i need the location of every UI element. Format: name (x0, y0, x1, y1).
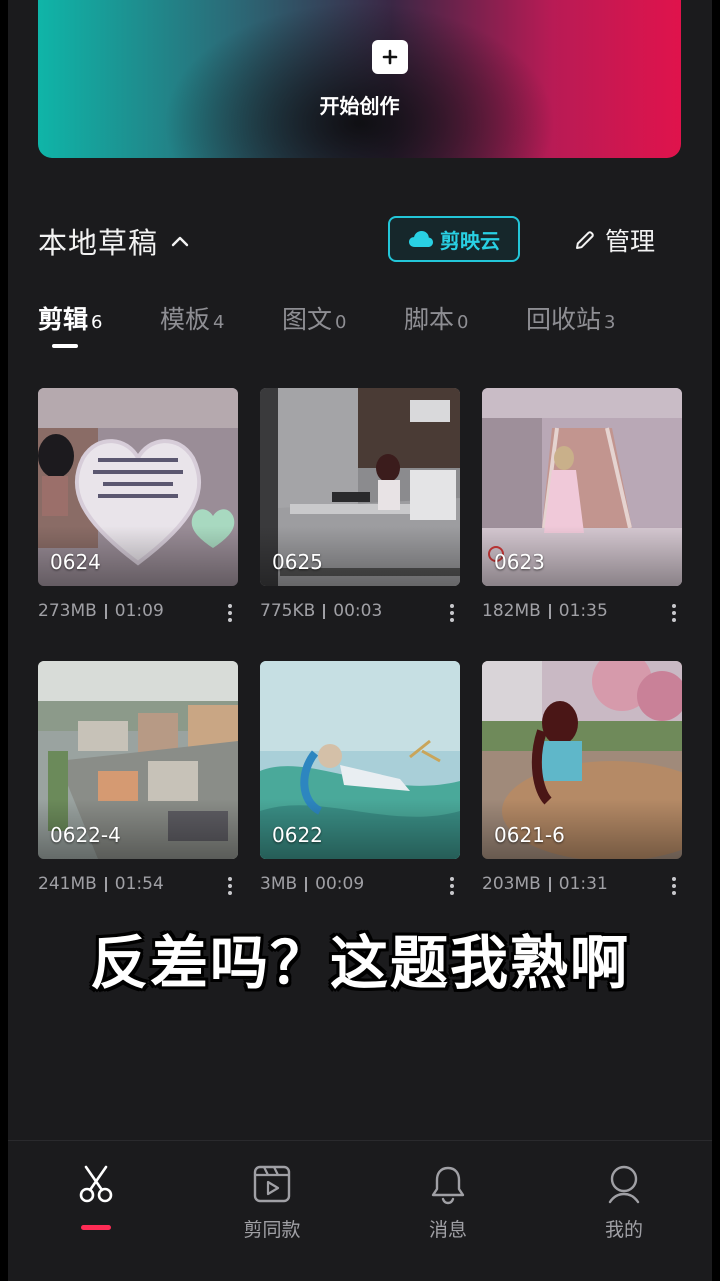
chevron-up-icon (171, 236, 189, 247)
draft-meta: 775KB 00:03 (260, 601, 460, 622)
plus-icon (372, 40, 408, 74)
meta-divider (323, 603, 326, 619)
video-caption-overlay: 反差吗？这题我熟啊 (89, 929, 630, 997)
draft-duration: 01:35 (558, 601, 608, 621)
meta-divider (548, 603, 551, 619)
cloud-icon (409, 231, 433, 247)
tab-recycle-bin[interactable]: 回收站 3 (526, 300, 615, 336)
tab-templates-count: 4 (213, 312, 225, 333)
tab-recycle-bin-count: 3 (604, 312, 616, 333)
tab-image-text[interactable]: 图文 0 (282, 300, 346, 336)
cloud-button[interactable]: 剪映云 (388, 216, 520, 262)
draft-duration: 00:09 (315, 874, 365, 894)
draft-size: 3MB (260, 874, 298, 894)
nav-templates-label: 剪同款 (243, 1219, 301, 1241)
nav-profile-label: 我的 (604, 1219, 643, 1241)
draft-name: 0624 (50, 550, 101, 574)
draft-name: 0623 (494, 550, 545, 574)
draft-tabs: 剪辑 6 模板 4 图文 0 脚本 0 回收站 3 (38, 300, 688, 360)
profile-icon (608, 1165, 640, 1204)
draft-name: 0622 (272, 823, 323, 847)
draft-duration: 00:03 (333, 601, 383, 621)
manage-label: 管理 (605, 227, 656, 256)
meta-divider (104, 876, 107, 892)
draft-meta: 182MB 01:35 (482, 601, 682, 622)
draft-thumbnail[interactable]: 0623 (482, 388, 682, 586)
bottom-nav: 剪同款 消息 我的 (8, 1140, 712, 1281)
tab-recycle-bin-label: 回收站 (526, 305, 602, 334)
start-creating-label: 开始创作 (319, 94, 400, 118)
draft-name: 0621-6 (494, 823, 565, 847)
more-options-icon[interactable] (666, 601, 682, 625)
draft-duration: 01:31 (558, 874, 608, 894)
draft-meta: 3MB 00:09 (260, 874, 460, 895)
tab-edit-count: 6 (91, 312, 103, 333)
draft-thumbnail[interactable]: 0622-4 (38, 661, 238, 859)
draft-thumbnail[interactable]: 0625 (260, 388, 460, 586)
meta-divider (104, 603, 107, 619)
tab-scripts[interactable]: 脚本 0 (404, 300, 468, 336)
manage-button[interactable]: 管理 (573, 222, 655, 258)
tab-scripts-count: 0 (457, 312, 469, 333)
nav-messages-label: 消息 (428, 1219, 467, 1241)
meta-divider (548, 876, 551, 892)
nav-profile[interactable]: 我的 (564, 1141, 684, 1261)
tab-image-text-count: 0 (335, 312, 347, 333)
video-template-icon (253, 1165, 291, 1203)
tab-active-indicator (52, 344, 78, 348)
draft-size: 203MB (482, 874, 541, 894)
draft-thumbnail[interactable]: 0622 (260, 661, 460, 859)
tab-scripts-label: 脚本 (404, 305, 455, 334)
draft-name: 0622-4 (50, 823, 121, 847)
draft-name: 0625 (272, 550, 323, 574)
more-options-icon[interactable] (222, 601, 238, 625)
tab-templates[interactable]: 模板 4 (160, 300, 224, 336)
local-drafts-toggle[interactable]: 本地草稿 (38, 220, 190, 262)
nav-templates[interactable]: 剪同款 (212, 1141, 332, 1261)
tab-edit-label: 剪辑 (38, 305, 89, 334)
more-options-icon[interactable] (444, 874, 460, 898)
tab-image-text-label: 图文 (282, 305, 333, 334)
bell-icon (431, 1166, 465, 1205)
tab-edit[interactable]: 剪辑 6 (38, 300, 102, 336)
draft-meta: 203MB 01:31 (482, 874, 682, 895)
draft-duration: 01:09 (114, 601, 164, 621)
draft-meta: 273MB 01:09 (38, 601, 238, 622)
app-screen: 开始创作 本地草稿 剪映云 管理 剪辑 6 模板 4 图文 0 脚本 0 回收站… (8, 0, 712, 1281)
draft-size: 775KB (260, 601, 316, 621)
start-creating-banner[interactable]: 开始创作 (38, 0, 681, 158)
draft-size: 182MB (482, 601, 541, 621)
draft-thumbnail[interactable]: 0624 (38, 388, 238, 586)
scissors-icon (79, 1165, 113, 1203)
local-drafts-title: 本地草稿 (38, 226, 159, 260)
draft-duration: 01:54 (114, 874, 164, 894)
draft-size: 273MB (38, 601, 97, 621)
draft-meta: 241MB 01:54 (38, 874, 238, 895)
nav-active-indicator (81, 1225, 111, 1230)
more-options-icon[interactable] (444, 601, 460, 625)
tab-templates-label: 模板 (160, 305, 211, 334)
draft-thumbnail[interactable]: 0621-6 (482, 661, 682, 859)
edit-pencil-icon (576, 231, 594, 249)
draft-size: 241MB (38, 874, 97, 894)
more-options-icon[interactable] (222, 874, 238, 898)
nav-messages[interactable]: 消息 (388, 1141, 508, 1261)
more-options-icon[interactable] (666, 874, 682, 898)
nav-edit[interactable] (36, 1141, 156, 1261)
meta-divider (305, 876, 308, 892)
cloud-button-label: 剪映云 (440, 228, 500, 253)
